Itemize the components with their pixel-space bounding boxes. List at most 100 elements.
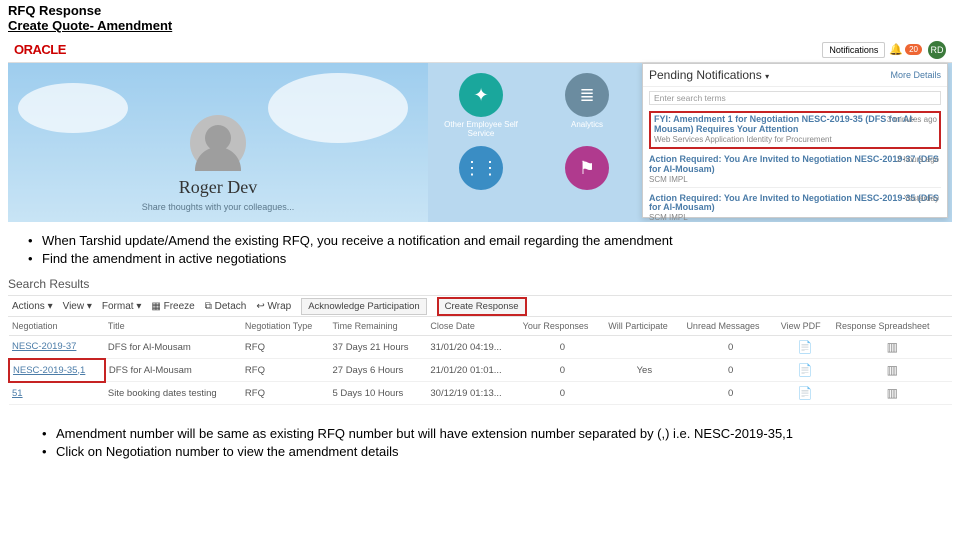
bullet-text: Click on Negotiation number to view the … bbox=[56, 443, 399, 461]
tile-other-employee[interactable]: ✦ Other Employee Self Service bbox=[436, 73, 526, 138]
view-menu[interactable]: View ▾ bbox=[63, 301, 92, 312]
bullets-2: •Amendment number will be same as existi… bbox=[0, 405, 960, 466]
pdf-icon[interactable]: 📄 bbox=[798, 363, 813, 377]
notifications-button[interactable]: Notifications bbox=[822, 42, 885, 58]
pdf-icon[interactable]: 📄 bbox=[798, 386, 813, 400]
cell-will: Yes bbox=[605, 359, 683, 382]
panel-title: Pending Notifications ▾ bbox=[649, 68, 890, 82]
negotiation-link[interactable]: 51 bbox=[12, 388, 23, 399]
cell-msgs: 0 bbox=[683, 336, 777, 359]
bullet-text: When Tarshid update/Amend the existing R… bbox=[42, 232, 673, 250]
cell-title: DFS for Al-Mousam bbox=[105, 336, 242, 359]
col-negotiation[interactable]: Negotiation bbox=[9, 317, 105, 336]
notification-time: 3 minutes ago bbox=[887, 115, 937, 124]
acknowledge-button[interactable]: Acknowledge Participation bbox=[301, 298, 426, 315]
spreadsheet-icon[interactable]: ▥ bbox=[887, 340, 898, 354]
page-subtitle: Create Quote- Amendment bbox=[0, 18, 960, 37]
col-resp[interactable]: Your Responses bbox=[520, 317, 606, 336]
person-icon bbox=[190, 115, 246, 171]
panel-header: Pending Notifications ▾ More Details bbox=[643, 64, 947, 87]
cell-type: RFQ bbox=[242, 359, 330, 382]
detach-button[interactable]: ⧉ Detach bbox=[205, 301, 247, 312]
cell-title: Site booking dates testing bbox=[105, 382, 242, 405]
oracle-logo: ORACLE bbox=[14, 42, 66, 57]
actions-menu[interactable]: Actions ▾ bbox=[12, 301, 53, 312]
spreadsheet-icon[interactable]: ▥ bbox=[887, 386, 898, 400]
tile-icon: ✦ bbox=[459, 73, 503, 117]
col-type[interactable]: Negotiation Type bbox=[242, 317, 330, 336]
negotiation-link[interactable]: NESC-2019-35,1 bbox=[13, 365, 85, 376]
col-xls[interactable]: Response Spreadsheet bbox=[832, 317, 952, 336]
pending-notifications-panel: Pending Notifications ▾ More Details Ent… bbox=[642, 63, 948, 218]
freeze-button[interactable]: ▦ Freeze bbox=[151, 301, 194, 312]
cell-close: 21/01/20 01:01... bbox=[427, 359, 519, 382]
tile-label: Other Employee Self Service bbox=[436, 120, 526, 138]
user-card: Roger Dev Share thoughts with your colle… bbox=[8, 63, 428, 222]
nav-tiles: ✦ Other Employee Self Service ≣ Analytic… bbox=[428, 63, 648, 222]
avatar[interactable]: RD bbox=[928, 41, 946, 59]
pdf-icon[interactable]: 📄 bbox=[798, 340, 813, 354]
notifications-badge: 20 bbox=[905, 44, 922, 55]
tile-analytics[interactable]: ≣ Analytics bbox=[542, 73, 632, 138]
cell-msgs: 0 bbox=[683, 359, 777, 382]
tile-icon: ⋮⋮ bbox=[459, 146, 503, 190]
more-details-link[interactable]: More Details bbox=[890, 70, 941, 80]
bullet-text: Find the amendment in active negotiation… bbox=[42, 250, 286, 268]
col-msgs[interactable]: Unread Messages bbox=[683, 317, 777, 336]
cell-close: 30/12/19 01:13... bbox=[427, 382, 519, 405]
tile-label: Analytics bbox=[571, 120, 603, 129]
share-thoughts-input[interactable]: Share thoughts with your colleagues... bbox=[142, 202, 295, 212]
bullet-text: Amendment number will be same as existin… bbox=[56, 425, 793, 443]
cell-title: DFS for Al-Mousam bbox=[105, 359, 242, 382]
notification-title: Action Required: You Are Invited to Nego… bbox=[649, 194, 941, 214]
cell-time: 5 Days 10 Hours bbox=[329, 382, 427, 405]
format-menu[interactable]: Format ▾ bbox=[102, 301, 141, 312]
notification-sub: SCM IMPL bbox=[649, 213, 941, 222]
bell-icon[interactable]: 🔔 bbox=[889, 43, 903, 56]
table-row[interactable]: 51 Site booking dates testing RFQ 5 Days… bbox=[9, 382, 952, 405]
notification-sub: SCM IMPL bbox=[649, 175, 941, 184]
notification-item[interactable]: 3 minutes ago FYI: Amendment 1 for Negot… bbox=[649, 111, 941, 149]
notification-item[interactable]: 2 hours ago Action Required: You Are Inv… bbox=[649, 153, 941, 188]
bullets-1: •When Tarshid update/Amend the existing … bbox=[0, 226, 960, 277]
notification-item[interactable]: Yesterday Action Required: You Are Invit… bbox=[649, 192, 941, 222]
wrap-button[interactable]: ↩ Wrap bbox=[256, 301, 291, 312]
notification-time: 2 hours ago bbox=[897, 155, 939, 164]
cell-will bbox=[605, 382, 683, 405]
notification-time: Yesterday bbox=[904, 194, 939, 203]
table-row[interactable]: NESC-2019-37 DFS for Al-Mousam RFQ 37 Da… bbox=[9, 336, 952, 359]
table-row[interactable]: NESC-2019-35,1 DFS for Al-Mousam RFQ 27 … bbox=[9, 359, 952, 382]
oracle-topbar: ORACLE Notifications 🔔 20 RD bbox=[8, 37, 952, 63]
notification-sub: Web Services Application Identity for Pr… bbox=[654, 135, 936, 144]
negotiation-link[interactable]: NESC-2019-37 bbox=[12, 341, 76, 352]
oracle-screenshot: ORACLE Notifications 🔔 20 RD Roger Dev S… bbox=[8, 37, 952, 222]
tile-4[interactable]: ⚑ bbox=[542, 146, 632, 193]
page-title: RFQ Response bbox=[0, 0, 960, 18]
cell-resp: 0 bbox=[520, 336, 606, 359]
search-results: Search Results Actions ▾ View ▾ Format ▾… bbox=[8, 277, 952, 405]
cell-type: RFQ bbox=[242, 336, 330, 359]
results-table: Negotiation Title Negotiation Type Time … bbox=[8, 317, 952, 405]
tile-icon: ⚑ bbox=[565, 146, 609, 190]
cell-time: 37 Days 21 Hours bbox=[329, 336, 427, 359]
results-toolbar: Actions ▾ View ▾ Format ▾ ▦ Freeze ⧉ Det… bbox=[8, 295, 952, 317]
tile-icon: ≣ bbox=[565, 73, 609, 117]
panel-search-input[interactable]: Enter search terms bbox=[649, 91, 941, 105]
chevron-down-icon[interactable]: ▾ bbox=[765, 72, 769, 81]
cell-will bbox=[605, 336, 683, 359]
col-title[interactable]: Title bbox=[105, 317, 242, 336]
cell-close: 31/01/20 04:19... bbox=[427, 336, 519, 359]
cell-time: 27 Days 6 Hours bbox=[329, 359, 427, 382]
tile-3[interactable]: ⋮⋮ bbox=[436, 146, 526, 193]
col-will[interactable]: Will Participate bbox=[605, 317, 683, 336]
spreadsheet-icon[interactable]: ▥ bbox=[887, 363, 898, 377]
cell-msgs: 0 bbox=[683, 382, 777, 405]
cell-type: RFQ bbox=[242, 382, 330, 405]
create-response-button[interactable]: Create Response bbox=[437, 297, 527, 316]
col-time[interactable]: Time Remaining bbox=[329, 317, 427, 336]
col-close[interactable]: Close Date bbox=[427, 317, 519, 336]
col-pdf[interactable]: View PDF bbox=[778, 317, 833, 336]
search-results-heading: Search Results bbox=[8, 277, 952, 291]
cell-resp: 0 bbox=[520, 382, 606, 405]
user-name: Roger Dev bbox=[179, 177, 257, 198]
